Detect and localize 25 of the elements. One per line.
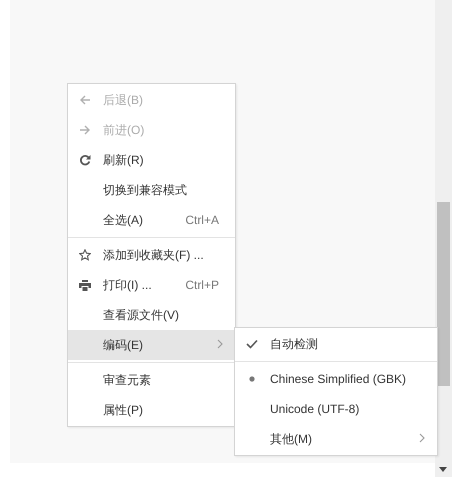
- menu-item[interactable]: 打印(I) ... Ctrl+P: [68, 270, 235, 300]
- printer-icon: [79, 280, 91, 290]
- menu-item[interactable]: 属性(P): [68, 395, 235, 425]
- menu-item[interactable]: Chinese Simplified (GBK): [235, 364, 437, 394]
- menu-item[interactable]: 刷新(R): [68, 145, 235, 175]
- shortcut-label: Ctrl+A: [185, 213, 220, 227]
- scrollbar-thumb[interactable]: [437, 202, 450, 386]
- menu-item[interactable]: 审查元素: [68, 365, 235, 395]
- menu-item[interactable]: 编码(E): [68, 330, 235, 360]
- refresh-icon: [79, 154, 91, 166]
- scroll-down-icon[interactable]: [439, 467, 447, 472]
- menu-item[interactable]: Unicode (UTF-8): [235, 394, 437, 424]
- menu-item[interactable]: 查看源文件(V): [68, 300, 235, 330]
- shortcut-label: Ctrl+P: [185, 278, 220, 292]
- menu-item[interactable]: 其他(M): [235, 424, 437, 454]
- menu-item[interactable]: 添加到收藏夹(F) ...: [68, 240, 235, 270]
- star-icon: [79, 249, 91, 261]
- chevron-right-icon: [217, 339, 223, 349]
- menu-item[interactable]: 自动检测: [235, 329, 437, 359]
- scrollbar[interactable]: [435, 0, 452, 477]
- menu-item[interactable]: 全选(A) Ctrl+A: [68, 205, 235, 235]
- chevron-right-icon: [419, 433, 425, 443]
- back-arrow-icon: [79, 95, 91, 105]
- menu-item[interactable]: 切换到兼容模式: [68, 175, 235, 205]
- forward-arrow-icon: [79, 125, 91, 135]
